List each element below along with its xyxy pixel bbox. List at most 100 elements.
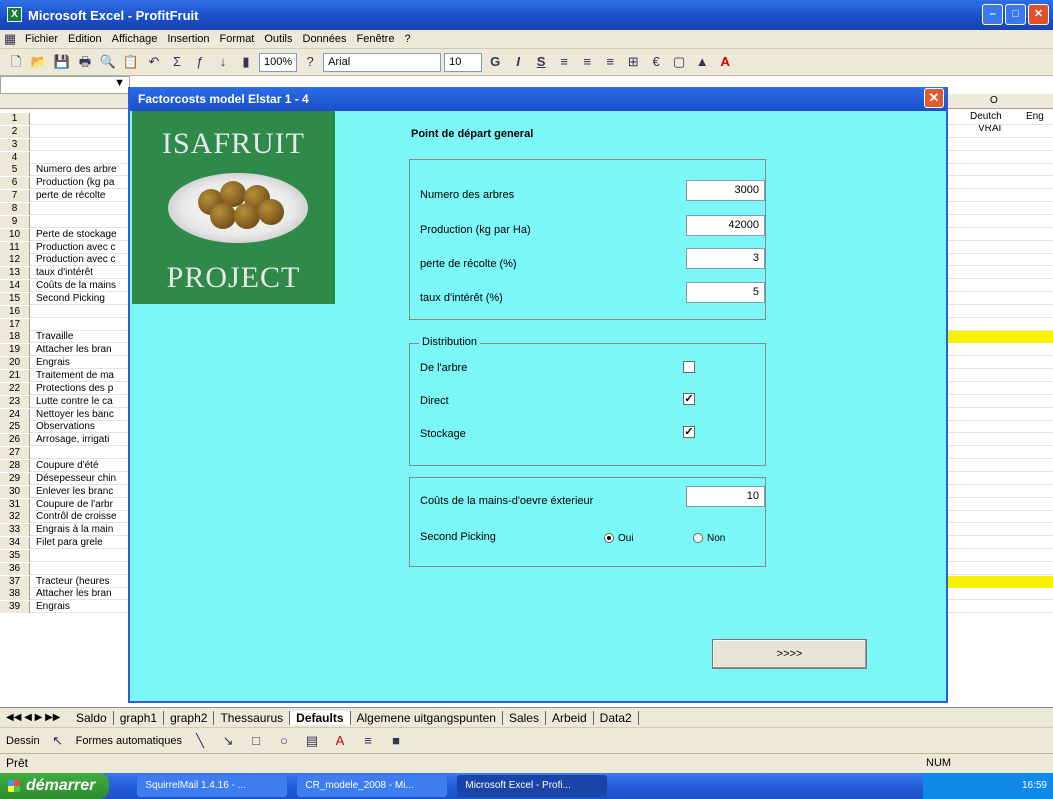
row-label-cell[interactable]: Travaille — [36, 331, 128, 343]
row-label-cell[interactable]: Engrais — [36, 601, 128, 613]
row-label-cell[interactable]: Coûts de la mains — [36, 280, 128, 292]
row-number[interactable]: 34 — [0, 537, 30, 550]
radio-second-picking-non[interactable] — [693, 533, 703, 543]
row-label-cell[interactable]: Perte de stockage — [36, 229, 128, 241]
row-label-cell[interactable]: Observations — [36, 421, 128, 433]
row-number[interactable]: 16 — [0, 305, 30, 318]
tab-thessaurus[interactable]: Thessaurus — [214, 710, 291, 725]
row-number[interactable]: 39 — [0, 601, 30, 614]
row-number[interactable]: 32 — [0, 511, 30, 524]
dialog-close-button[interactable]: ✕ — [924, 88, 944, 108]
italic-button[interactable]: I — [508, 52, 528, 72]
tab-defaults[interactable]: Defaults — [290, 710, 351, 725]
merge-icon[interactable]: ⊞ — [623, 52, 643, 72]
line-icon[interactable]: ╲ — [190, 731, 210, 751]
checkbox-de-larbre[interactable] — [683, 361, 695, 373]
row-label-cell[interactable]: taux d'intérêt — [36, 267, 128, 279]
input-numero-arbres[interactable]: 3000 — [686, 180, 765, 201]
row-label-cell[interactable]: Filet para grele — [36, 537, 128, 549]
checkbox-stockage[interactable]: ✓ — [683, 426, 695, 438]
row-number[interactable]: 31 — [0, 498, 30, 511]
row-number[interactable]: 38 — [0, 588, 30, 601]
row-number[interactable]: 22 — [0, 382, 30, 395]
row-number[interactable]: 11 — [0, 241, 30, 254]
row-label-cell[interactable]: Engrais à la main — [36, 524, 128, 536]
row-number[interactable]: 19 — [0, 344, 30, 357]
radio-second-picking-oui[interactable] — [604, 533, 614, 543]
highlighted-cell[interactable] — [945, 575, 1053, 588]
row-number[interactable]: 29 — [0, 472, 30, 485]
tab-graph1[interactable]: graph1 — [114, 710, 165, 725]
currency-button[interactable]: € — [646, 52, 666, 72]
close-window-button[interactable]: ✕ — [1028, 4, 1049, 25]
row-number[interactable]: 13 — [0, 267, 30, 280]
bold-button[interactable]: G — [485, 52, 505, 72]
underline-button[interactable]: S — [531, 52, 551, 72]
shadow-icon[interactable]: ■ — [386, 731, 406, 751]
row-number[interactable]: 2 — [0, 125, 30, 138]
row-number[interactable]: 33 — [0, 524, 30, 537]
tab-data2[interactable]: Data2 — [594, 710, 639, 725]
row-label-cell[interactable]: Numero des arbre — [36, 164, 128, 176]
row-label-cell[interactable]: Nettoyer les banc — [36, 409, 128, 421]
align-center-icon[interactable]: ≡ — [577, 52, 597, 72]
line-style-icon[interactable]: ≡ — [358, 731, 378, 751]
input-taux-interet[interactable]: 5 — [686, 282, 765, 303]
row-number[interactable]: 20 — [0, 357, 30, 370]
oval-icon[interactable]: ○ — [274, 731, 294, 751]
input-couts-mains-doeuvre[interactable]: 10 — [686, 486, 765, 507]
row-number[interactable]: 3 — [0, 138, 30, 151]
menu-fichier[interactable]: Fichier — [20, 33, 63, 45]
help-icon[interactable]: ? — [300, 52, 320, 72]
textbox-icon[interactable]: ▤ — [302, 731, 322, 751]
row-number[interactable]: 26 — [0, 434, 30, 447]
input-perte-recolte[interactable]: 3 — [686, 248, 765, 269]
menu-outils[interactable]: Outils — [259, 33, 297, 45]
row-number[interactable]: 23 — [0, 395, 30, 408]
row-label-cell[interactable]: Traitement de ma — [36, 370, 128, 382]
row-number[interactable]: 14 — [0, 280, 30, 293]
name-box[interactable]: ▼ — [0, 76, 130, 94]
row-label-cell[interactable]: Enlever les branc — [36, 486, 128, 498]
row-label-cell[interactable]: Tracteur (heures — [36, 576, 128, 588]
row-label-cell[interactable]: Production (kg pa — [36, 177, 128, 189]
tab-saldo[interactable]: Saldo — [70, 710, 114, 725]
row-number[interactable]: 7 — [0, 190, 30, 203]
tab-graph2[interactable]: graph2 — [164, 710, 215, 725]
row-number[interactable]: 27 — [0, 447, 30, 460]
minimize-button[interactable]: – — [982, 4, 1003, 25]
menu-fenetre[interactable]: Fenêtre — [352, 33, 400, 45]
open-icon[interactable]: 📂 — [29, 52, 49, 72]
function-icon[interactable]: ƒ — [190, 52, 210, 72]
font-color-icon[interactable]: A — [715, 52, 735, 72]
row-number[interactable]: 17 — [0, 318, 30, 331]
arrow-icon[interactable]: ↘ — [218, 731, 238, 751]
row-number[interactable]: 1 — [0, 113, 30, 125]
align-left-icon[interactable]: ≡ — [554, 52, 574, 72]
dessin-menu[interactable]: Dessin — [6, 735, 40, 747]
row-label-cell[interactable]: Contrôl de croisse — [36, 511, 128, 523]
border-icon[interactable]: ▢ — [669, 52, 689, 72]
row-label-cell[interactable]: Engrais — [36, 357, 128, 369]
highlighted-cell[interactable] — [945, 331, 1053, 344]
row-label-cell[interactable]: Coupure de l'arbr — [36, 499, 128, 511]
autoshapes-menu[interactable]: Formes automatiques — [76, 735, 182, 747]
row-number[interactable]: 6 — [0, 177, 30, 190]
column-o-header[interactable]: O — [990, 95, 998, 106]
task-cr-modele[interactable]: CR_modele_2008 - Mi... — [297, 775, 448, 797]
input-production[interactable]: 42000 — [686, 215, 765, 236]
chart-icon[interactable]: ▮ — [236, 52, 256, 72]
row-label-cell[interactable]: Attacher les bran — [36, 588, 128, 600]
undo-icon[interactable]: ↶ — [144, 52, 164, 72]
row-number[interactable]: 4 — [0, 151, 30, 164]
row-label-cell[interactable]: Production avec c — [36, 254, 128, 266]
tab-sales[interactable]: Sales — [503, 710, 546, 725]
row-number[interactable]: 28 — [0, 459, 30, 472]
menu-format[interactable]: Format — [215, 33, 260, 45]
row-number[interactable]: 15 — [0, 292, 30, 305]
sort-icon[interactable]: ↓ — [213, 52, 233, 72]
select-pointer-icon[interactable]: ↖ — [48, 731, 68, 751]
tab-algemene[interactable]: Algemene uitgangspunten — [351, 710, 503, 725]
fill-color-icon[interactable]: ▲ — [692, 52, 712, 72]
row-number[interactable]: 30 — [0, 485, 30, 498]
